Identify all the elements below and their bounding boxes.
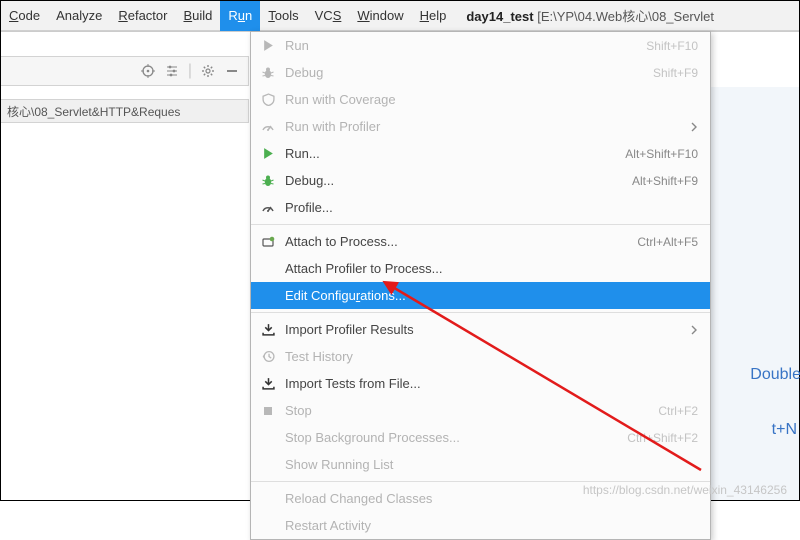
menu-item-label: Test History xyxy=(285,349,698,364)
toolbar: | xyxy=(1,56,249,86)
stop-gray-icon xyxy=(259,402,277,420)
menu-item-label: Run xyxy=(285,38,638,53)
play-green-icon xyxy=(259,145,277,163)
target-icon[interactable] xyxy=(140,63,156,79)
attach-icon xyxy=(259,233,277,251)
blank-icon xyxy=(259,490,277,508)
import-icon xyxy=(259,321,277,339)
menu-item-run-with-coverage: Run with Coverage xyxy=(251,86,710,113)
menu-item-label: Import Profiler Results xyxy=(285,322,682,337)
menu-item-label: Stop Background Processes... xyxy=(285,430,619,445)
gear-icon[interactable] xyxy=(200,63,216,79)
menu-window[interactable]: Window xyxy=(349,1,411,31)
menu-item-label: Run... xyxy=(285,146,617,161)
menu-item-import-profiler-results[interactable]: Import Profiler Results xyxy=(251,316,710,343)
menu-separator xyxy=(251,481,710,482)
project-path: [E:\YP\04.Web核心\08_Servlet xyxy=(537,9,714,24)
menu-item-run[interactable]: Run... Alt+Shift+F10 xyxy=(251,140,710,167)
blank-icon xyxy=(259,260,277,278)
bug-gray-icon xyxy=(259,64,277,82)
menu-item-label: Stop xyxy=(285,403,650,418)
menu-separator xyxy=(251,224,710,225)
bug-green-icon xyxy=(259,172,277,190)
blank-icon xyxy=(259,517,277,535)
menu-item-label: Import Tests from File... xyxy=(285,376,698,391)
gauge-icon xyxy=(259,199,277,217)
blank-icon xyxy=(259,429,277,447)
toolbar-divider: | xyxy=(188,62,192,80)
menu-item-debug[interactable]: Debug... Alt+Shift+F9 xyxy=(251,167,710,194)
menu-item-restart-activity: Restart Activity xyxy=(251,512,710,539)
menu-item-show-running-list: Show Running List xyxy=(251,451,710,478)
menu-item-shortcut: Ctrl+F2 xyxy=(658,404,698,418)
menu-item-test-history: Test History xyxy=(251,343,710,370)
menubar: CodeAnalyzeRefactorBuildRunToolsVCSWindo… xyxy=(1,1,799,31)
run-dropdown-menu: Run Shift+F10Debug Shift+F9 Run with Covera… xyxy=(250,31,711,540)
menu-item-label: Show Running List xyxy=(285,457,698,472)
window-frame: CodeAnalyzeRefactorBuildRunToolsVCSWindo… xyxy=(0,0,800,501)
menu-item-debug: Debug Shift+F9 xyxy=(251,59,710,86)
menu-item-shortcut: Shift+F9 xyxy=(653,66,698,80)
menu-item-import-tests-from-file[interactable]: Import Tests from File... xyxy=(251,370,710,397)
menu-item-shortcut: Alt+Shift+F10 xyxy=(625,147,698,161)
menu-item-stop-background-processes: Stop Background Processes... Ctrl+Shift+F… xyxy=(251,424,710,451)
collapse-icon[interactable] xyxy=(224,63,240,79)
menu-item-shortcut: Ctrl+Alt+F5 xyxy=(637,235,698,249)
menu-item-label: Profile... xyxy=(285,200,698,215)
hint-shortcut: t+N xyxy=(772,421,797,439)
play-gray-icon xyxy=(259,37,277,55)
shield-gray-icon xyxy=(259,91,277,109)
menu-item-shortcut: Ctrl+Shift+F2 xyxy=(627,431,698,445)
history-gray-icon xyxy=(259,348,277,366)
menu-help[interactable]: Help xyxy=(412,1,455,31)
hint-double-shift: Double Sh xyxy=(750,366,800,384)
menu-item-label: Edit Configurations... xyxy=(285,288,698,303)
menu-item-label: Run with Coverage xyxy=(285,92,698,107)
menu-item-shortcut: Shift+F10 xyxy=(646,39,698,53)
menu-vcs[interactable]: VCS xyxy=(307,1,350,31)
menu-item-shortcut: Alt+Shift+F9 xyxy=(632,174,698,188)
gauge-gray-icon xyxy=(259,118,277,136)
menu-build[interactable]: Build xyxy=(175,1,220,31)
menu-item-label: Debug... xyxy=(285,173,624,188)
menu-refactor[interactable]: Refactor xyxy=(110,1,175,31)
import-icon xyxy=(259,375,277,393)
menu-item-attach-to-process[interactable]: Attach to Process... Ctrl+Alt+F5 xyxy=(251,228,710,255)
menu-item-label: Restart Activity xyxy=(285,518,698,533)
menu-item-label: Attach Profiler to Process... xyxy=(285,261,698,276)
menu-code[interactable]: Code xyxy=(1,1,48,31)
menu-analyze[interactable]: Analyze xyxy=(48,1,110,31)
path-text: 核心\08_Servlet&HTTP&Reques xyxy=(7,103,180,120)
menu-item-attach-profiler-to-process[interactable]: Attach Profiler to Process... xyxy=(251,255,710,282)
watermark: https://blog.csdn.net/weixin_43146256 xyxy=(583,483,787,497)
blank-icon xyxy=(259,287,277,305)
menu-item-edit-configurations[interactable]: Edit Configurations... xyxy=(251,282,710,309)
menu-separator xyxy=(251,312,710,313)
project-title: day14_test [E:\YP\04.Web核心\08_Servlet xyxy=(466,6,714,25)
menu-item-label: Debug xyxy=(285,65,645,80)
blank-icon xyxy=(259,456,277,474)
path-bar: 核心\08_Servlet&HTTP&Reques xyxy=(1,99,249,123)
menu-item-run-with-profiler: Run with Profiler xyxy=(251,113,710,140)
menu-item-label: Run with Profiler xyxy=(285,119,682,134)
chevron-right-icon xyxy=(690,325,698,335)
project-name: day14_test xyxy=(466,9,533,24)
menu-item-label: Attach to Process... xyxy=(285,234,629,249)
chevron-right-icon xyxy=(690,122,698,132)
menu-tools[interactable]: Tools xyxy=(260,1,306,31)
menu-run[interactable]: Run xyxy=(220,1,260,31)
menu-item-stop: Stop Ctrl+F2 xyxy=(251,397,710,424)
menu-item-profile[interactable]: Profile... xyxy=(251,194,710,221)
sliders-icon[interactable] xyxy=(164,63,180,79)
menu-item-run: Run Shift+F10 xyxy=(251,32,710,59)
